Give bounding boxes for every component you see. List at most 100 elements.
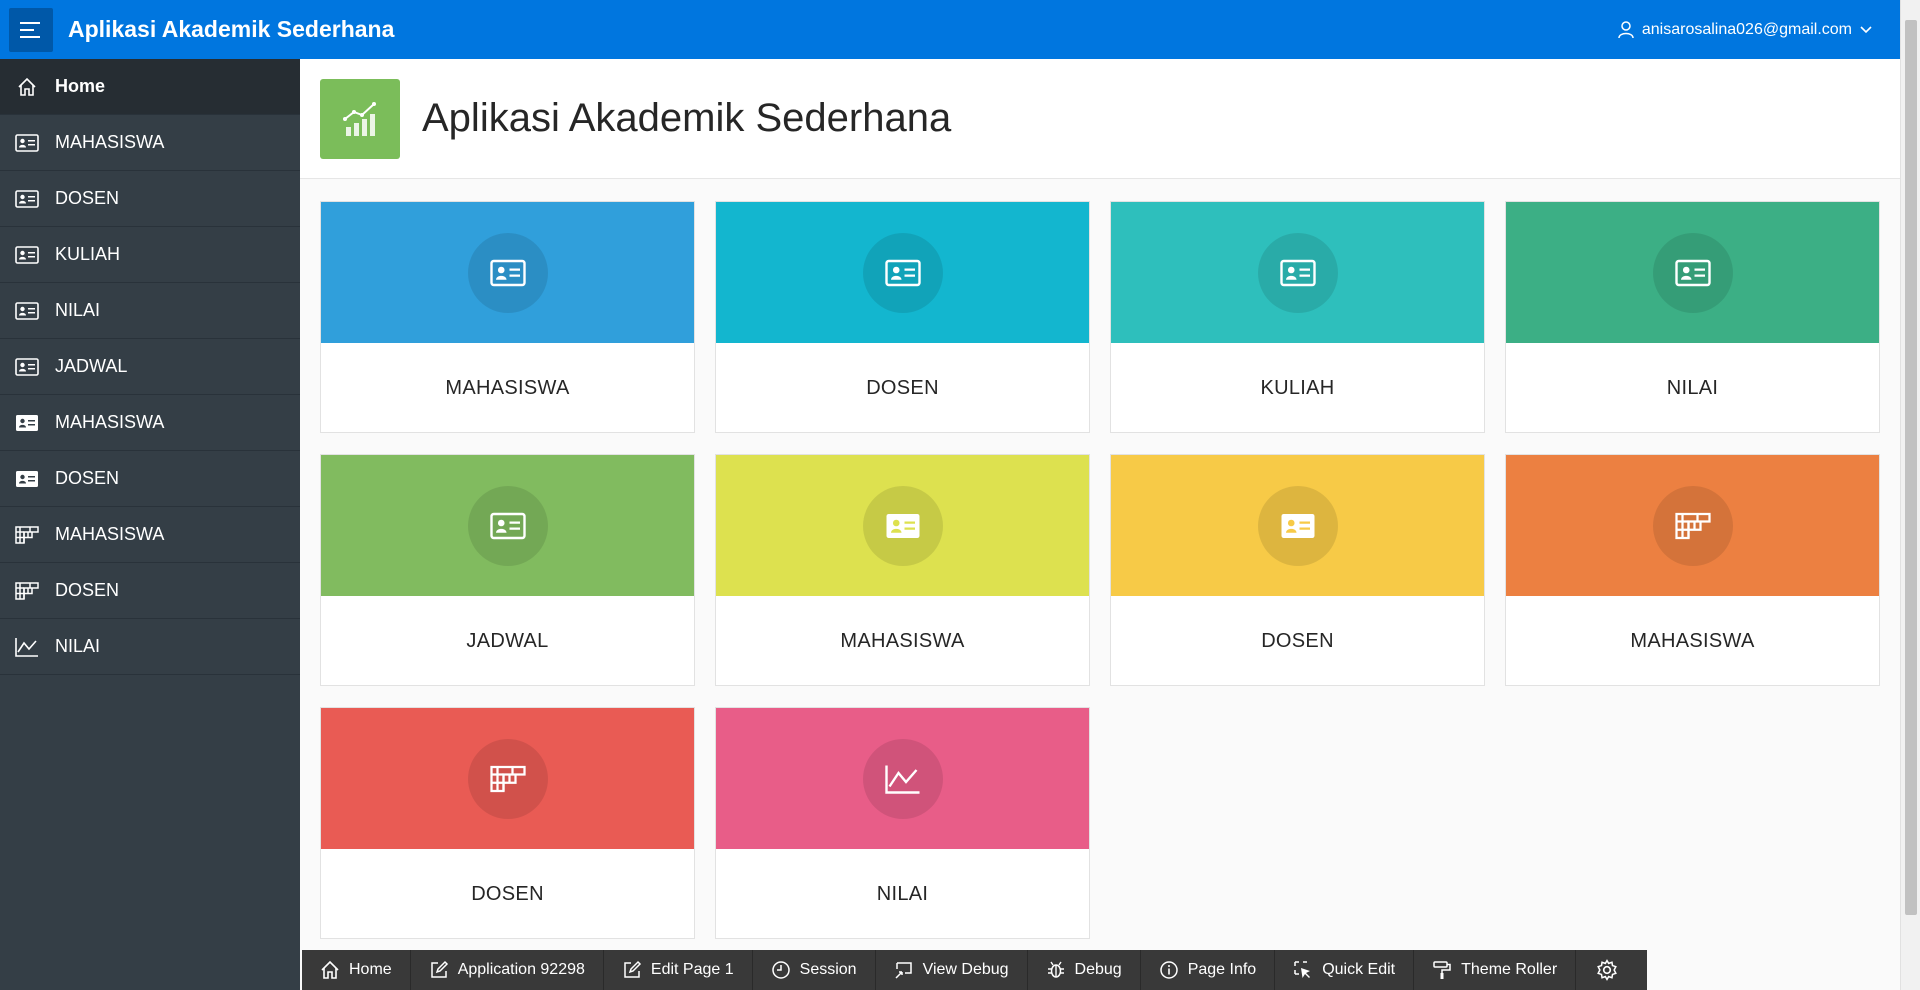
main-content: Aplikasi Akademik Sederhana MAHASISWA DOS… [300, 59, 1900, 990]
sidebar-item-label: DOSEN [55, 580, 120, 600]
hamburger-icon [20, 21, 40, 38]
devbar-label: Theme Roller [1461, 961, 1558, 978]
card-mahasiswa[interactable]: MAHASISWA [1505, 454, 1880, 686]
scrollbar-thumb[interactable] [1905, 20, 1917, 915]
line-chart-icon [14, 637, 40, 657]
id-card-icon [1652, 232, 1733, 313]
devbar-label: Debug [1074, 961, 1122, 978]
sidebar-item-label: Home [55, 76, 106, 96]
card-label: DOSEN [471, 882, 544, 905]
sidebar-item-dosen[interactable]: DOSEN [0, 451, 300, 507]
id-card-solid-icon [1257, 485, 1338, 566]
card-banner [1111, 455, 1484, 596]
quick-edit-icon [1293, 960, 1322, 980]
devbar-application-92298[interactable]: Application 92298 [411, 950, 604, 990]
devbar-view-debug[interactable]: View Debug [876, 950, 1028, 990]
id-card-icon [467, 485, 548, 566]
devbar-label: Quick Edit [1322, 961, 1396, 978]
card-nilai[interactable]: NILAI [715, 707, 1090, 939]
card-banner [321, 455, 694, 596]
id-card-solid-icon [14, 413, 40, 433]
sidebar-item-nilai[interactable]: NILAI [0, 619, 300, 675]
id-card-icon [467, 232, 548, 313]
devbar-label: Edit Page 1 [650, 961, 734, 978]
sidebar-item-mahasiswa[interactable]: MAHASISWA [0, 395, 300, 451]
top-header: Aplikasi Akademik Sederhana anisarosalin… [0, 0, 1900, 59]
devbar-theme-roller[interactable]: Theme Roller [1414, 950, 1577, 990]
card-jadwal[interactable]: JADWAL [320, 454, 695, 686]
sidebar-item-kuliah[interactable]: KULIAH [0, 227, 300, 283]
sidebar-item-mahasiswa[interactable]: MAHASISWA [0, 507, 300, 563]
card-label: NILAI [876, 882, 929, 905]
card-label: DOSEN [1261, 629, 1334, 652]
devbar-home[interactable]: Home [302, 950, 411, 990]
app-title[interactable]: Aplikasi Akademik Sederhana [68, 16, 394, 43]
devbar-label: Page Info [1187, 961, 1257, 978]
devbar-settings-button[interactable] [1576, 950, 1647, 990]
card-kuliah[interactable]: KULIAH [1110, 201, 1485, 433]
sidebar-item-home[interactable]: Home [0, 59, 300, 115]
menu-toggle-button[interactable] [9, 7, 53, 52]
id-card-icon [1257, 232, 1338, 313]
sidebar-item-label: NILAI [55, 636, 101, 656]
vertical-scrollbar[interactable] [1900, 0, 1920, 990]
line-chart-icon [862, 738, 943, 819]
devbar-debug[interactable]: Debug [1028, 950, 1141, 990]
sidebar-item-label: MAHASISWA [55, 524, 165, 544]
info-icon [1159, 960, 1188, 980]
card-label: MAHASISWA [1630, 629, 1755, 652]
edit-icon [622, 960, 651, 980]
sidebar-item-jadwal[interactable]: JADWAL [0, 339, 300, 395]
card-banner [1506, 455, 1879, 596]
card-banner [716, 202, 1089, 343]
edit-icon [429, 960, 458, 980]
home-icon [320, 960, 349, 980]
card-label: KULIAH [1260, 376, 1335, 399]
table-icon [1652, 485, 1733, 566]
card-nilai[interactable]: NILAI [1505, 201, 1880, 433]
devbar-page-info[interactable]: Page Info [1141, 950, 1276, 990]
devbar-edit-page-1[interactable]: Edit Page 1 [604, 950, 753, 990]
view-debug-icon [894, 960, 923, 980]
id-card-icon [14, 245, 40, 265]
sidebar-item-dosen[interactable]: DOSEN [0, 171, 300, 227]
id-card-solid-icon [862, 485, 943, 566]
sidebar-item-mahasiswa[interactable]: MAHASISWA [0, 115, 300, 171]
sidebar-item-label: DOSEN [55, 188, 120, 208]
card-dosen[interactable]: DOSEN [320, 707, 695, 939]
devbar-label: Application 92298 [457, 961, 585, 978]
sidebar-item-dosen[interactable]: DOSEN [0, 563, 300, 619]
table-icon [14, 581, 40, 601]
id-card-icon [14, 189, 40, 209]
sidebar-item-label: NILAI [55, 300, 101, 320]
id-card-icon [862, 232, 943, 313]
user-icon [1618, 20, 1634, 38]
chevron-down-icon [1860, 25, 1872, 33]
gear-icon [1596, 959, 1627, 981]
card-mahasiswa[interactable]: MAHASISWA [715, 454, 1090, 686]
card-banner [1111, 202, 1484, 343]
sidebar-item-label: MAHASISWA [55, 412, 165, 432]
devbar-session[interactable]: Session [753, 950, 876, 990]
home-icon [14, 77, 40, 97]
sidebar-item-label: JADWAL [55, 356, 128, 376]
card-banner [716, 708, 1089, 849]
bug-icon [1046, 960, 1075, 980]
developer-toolbar: Home Application 92298 Edit Page 1 Session V… [302, 950, 1648, 990]
devbar-quick-edit[interactable]: Quick Edit [1275, 950, 1415, 990]
card-label: JADWAL [466, 629, 549, 652]
card-mahasiswa[interactable]: MAHASISWA [320, 201, 695, 433]
card-dosen[interactable]: DOSEN [715, 201, 1090, 433]
user-menu[interactable]: anisarosalina026@gmail.com [1618, 0, 1880, 59]
card-dosen[interactable]: DOSEN [1110, 454, 1485, 686]
table-icon [14, 525, 40, 545]
card-label: MAHASISWA [445, 376, 570, 399]
sidebar-item-label: KULIAH [55, 244, 121, 264]
id-card-icon [14, 357, 40, 377]
card-banner [321, 708, 694, 849]
chart-up-icon [320, 78, 400, 159]
id-card-icon [14, 133, 40, 153]
sidebar-item-nilai[interactable]: NILAI [0, 283, 300, 339]
page-title: Aplikasi Akademik Sederhana [422, 96, 952, 140]
id-card-solid-icon [14, 469, 40, 489]
